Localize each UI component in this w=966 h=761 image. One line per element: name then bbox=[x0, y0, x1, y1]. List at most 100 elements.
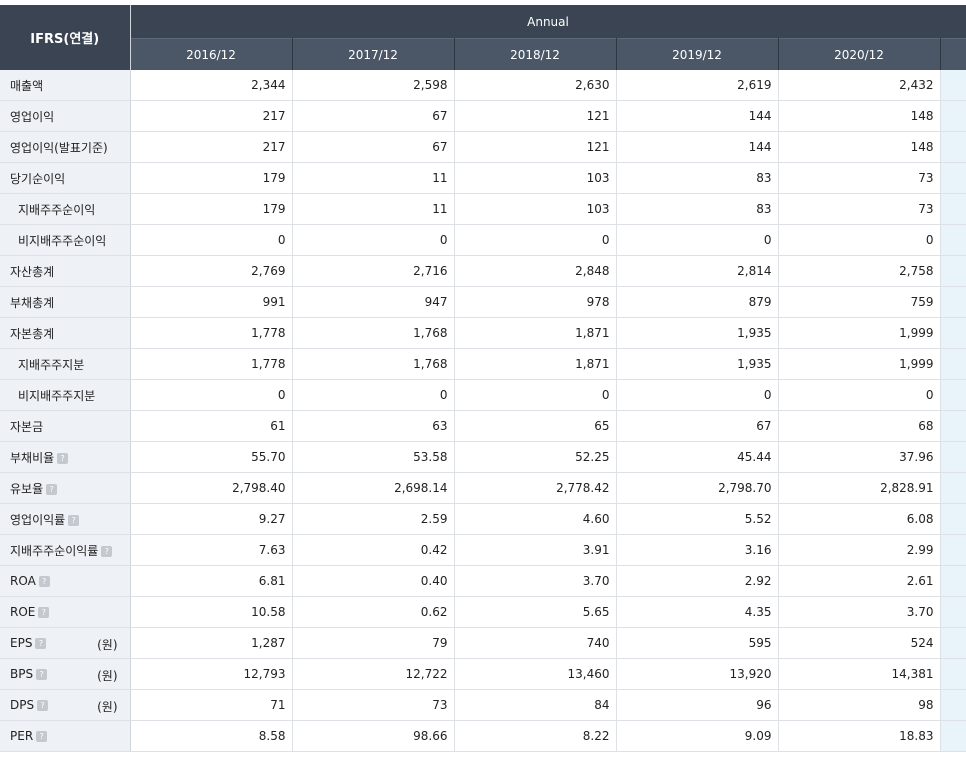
value-cell: 3.91 bbox=[454, 534, 617, 566]
year-header: 2018/12 bbox=[454, 38, 617, 70]
extra-column-cell bbox=[940, 100, 966, 132]
row-label-cell: EPS? (원) bbox=[0, 627, 131, 659]
value-cell: 6.08 bbox=[778, 503, 941, 535]
row-label: PER bbox=[10, 729, 34, 743]
row-label: 지배주주지분 bbox=[18, 357, 85, 372]
row-label: 매출액 bbox=[10, 78, 44, 93]
row-label: 부채총계 bbox=[10, 295, 55, 310]
value-cell: 1,935 bbox=[616, 348, 779, 380]
value-cell: 3.70 bbox=[778, 596, 941, 628]
value-cell: 2,344 bbox=[130, 70, 293, 101]
row-label-cell: 지배주주순이익 bbox=[0, 193, 131, 225]
value-cell: 2,630 bbox=[454, 70, 617, 101]
row-label-cell: 비지배주주지분 bbox=[0, 379, 131, 411]
row-label-cell: 영업이익 bbox=[0, 100, 131, 132]
value-cell: 947 bbox=[292, 286, 455, 318]
value-cell: 0 bbox=[292, 379, 455, 411]
row-label-cell: ROA? bbox=[0, 565, 131, 597]
row-label-cell: 비지배주주순이익 bbox=[0, 224, 131, 256]
table-row: 지배주주지분 1,778 1,768 1,871 1,935 1,999 bbox=[0, 348, 966, 380]
value-cell: 0 bbox=[616, 379, 779, 411]
value-cell: 10.58 bbox=[130, 596, 293, 628]
year-header: 2020/12 bbox=[778, 38, 941, 70]
question-mark-icon[interactable]: ? bbox=[101, 545, 113, 557]
value-cell: 53.58 bbox=[292, 441, 455, 473]
table-row: 비지배주주순이익 0 0 0 0 0 bbox=[0, 224, 966, 256]
question-mark-icon[interactable]: ? bbox=[68, 514, 80, 526]
row-label: 자산총계 bbox=[10, 264, 55, 279]
question-mark-icon[interactable]: ? bbox=[57, 452, 69, 464]
value-cell: 14,381 bbox=[778, 658, 941, 690]
extra-column-cell bbox=[940, 224, 966, 256]
question-mark-icon[interactable]: ? bbox=[36, 669, 48, 680]
value-cell: 79 bbox=[292, 627, 455, 659]
question-mark-icon[interactable]: ? bbox=[38, 607, 50, 618]
value-cell: 1,778 bbox=[130, 317, 293, 349]
extra-column-cell bbox=[940, 348, 966, 380]
value-cell: 2,828.91 bbox=[778, 472, 941, 504]
table-row: DPS? (원) 71 73 84 96 98 bbox=[0, 689, 966, 721]
table-row: 영업이익률? 9.27 2.59 4.60 5.52 6.08 bbox=[0, 503, 966, 535]
value-cell: 55.70 bbox=[130, 441, 293, 473]
value-cell: 73 bbox=[778, 193, 941, 225]
question-mark-icon[interactable]: ? bbox=[46, 483, 58, 495]
value-cell: 148 bbox=[778, 100, 941, 132]
question-mark-icon[interactable]: ? bbox=[38, 576, 50, 587]
row-label-cell: 영업이익(발표기준) bbox=[0, 131, 131, 163]
value-cell: 740 bbox=[454, 627, 617, 659]
table-row: EPS? (원) 1,287 79 740 595 524 bbox=[0, 627, 966, 659]
extra-column-cell bbox=[940, 255, 966, 287]
value-cell: 73 bbox=[292, 689, 455, 721]
annual-group-header: Annual bbox=[130, 5, 966, 39]
value-cell: 65 bbox=[454, 410, 617, 442]
table-body: 매출액 2,344 2,598 2,630 2,619 2,432 영업이익 217 67 121… bbox=[0, 70, 966, 752]
value-cell: 1,999 bbox=[778, 348, 941, 380]
value-cell: 7.63 bbox=[130, 534, 293, 566]
row-label-cell: 당기순이익 bbox=[0, 162, 131, 194]
table-row: ROA? 6.81 0.40 3.70 2.92 2.61 bbox=[0, 565, 966, 597]
value-cell: 12,793 bbox=[130, 658, 293, 690]
table-row: 지배주주순이익률? 7.63 0.42 3.91 3.16 2.99 bbox=[0, 534, 966, 566]
value-cell: 103 bbox=[454, 162, 617, 194]
row-label: ROA bbox=[10, 574, 36, 588]
value-cell: 0 bbox=[454, 379, 617, 411]
row-label: 영업이익 bbox=[10, 109, 55, 124]
year-header: 2019/12 bbox=[616, 38, 779, 70]
row-label-cell: 자산총계 bbox=[0, 255, 131, 287]
value-cell: 2,769 bbox=[130, 255, 293, 287]
question-mark-icon[interactable]: ? bbox=[36, 731, 48, 742]
value-cell: 18.83 bbox=[778, 720, 941, 752]
extra-column-cell bbox=[940, 689, 966, 721]
extra-column-cell bbox=[940, 503, 966, 535]
value-cell: 2,598 bbox=[292, 70, 455, 101]
value-cell: 68 bbox=[778, 410, 941, 442]
extra-column-cell bbox=[940, 658, 966, 690]
extra-column-cell bbox=[940, 565, 966, 597]
value-cell: 217 bbox=[130, 131, 293, 163]
value-cell: 1,768 bbox=[292, 317, 455, 349]
value-cell: 63 bbox=[292, 410, 455, 442]
extra-column-cell bbox=[940, 472, 966, 504]
value-cell: 6.81 bbox=[130, 565, 293, 597]
row-label: 비지배주주순이익 bbox=[18, 233, 107, 248]
value-cell: 759 bbox=[778, 286, 941, 318]
value-cell: 0.42 bbox=[292, 534, 455, 566]
row-label-cell: 부채비율? bbox=[0, 441, 131, 473]
extra-column-cell bbox=[940, 131, 966, 163]
value-cell: 73 bbox=[778, 162, 941, 194]
question-mark-icon[interactable]: ? bbox=[37, 700, 49, 711]
value-cell: 103 bbox=[454, 193, 617, 225]
row-label: EPS bbox=[10, 636, 33, 650]
table-row: 자본총계 1,778 1,768 1,871 1,935 1,999 bbox=[0, 317, 966, 349]
extra-column-cell bbox=[940, 720, 966, 752]
value-cell: 5.65 bbox=[454, 596, 617, 628]
year-header: 2017/12 bbox=[292, 38, 455, 70]
question-mark-icon[interactable]: ? bbox=[35, 638, 47, 649]
value-cell: 67 bbox=[292, 100, 455, 132]
extra-column-cell bbox=[940, 70, 966, 101]
value-cell: 991 bbox=[130, 286, 293, 318]
row-label: 유보율 bbox=[10, 481, 44, 496]
value-cell: 61 bbox=[130, 410, 293, 442]
value-cell: 2,716 bbox=[292, 255, 455, 287]
row-label-cell: 지배주주순이익률? bbox=[0, 534, 131, 566]
